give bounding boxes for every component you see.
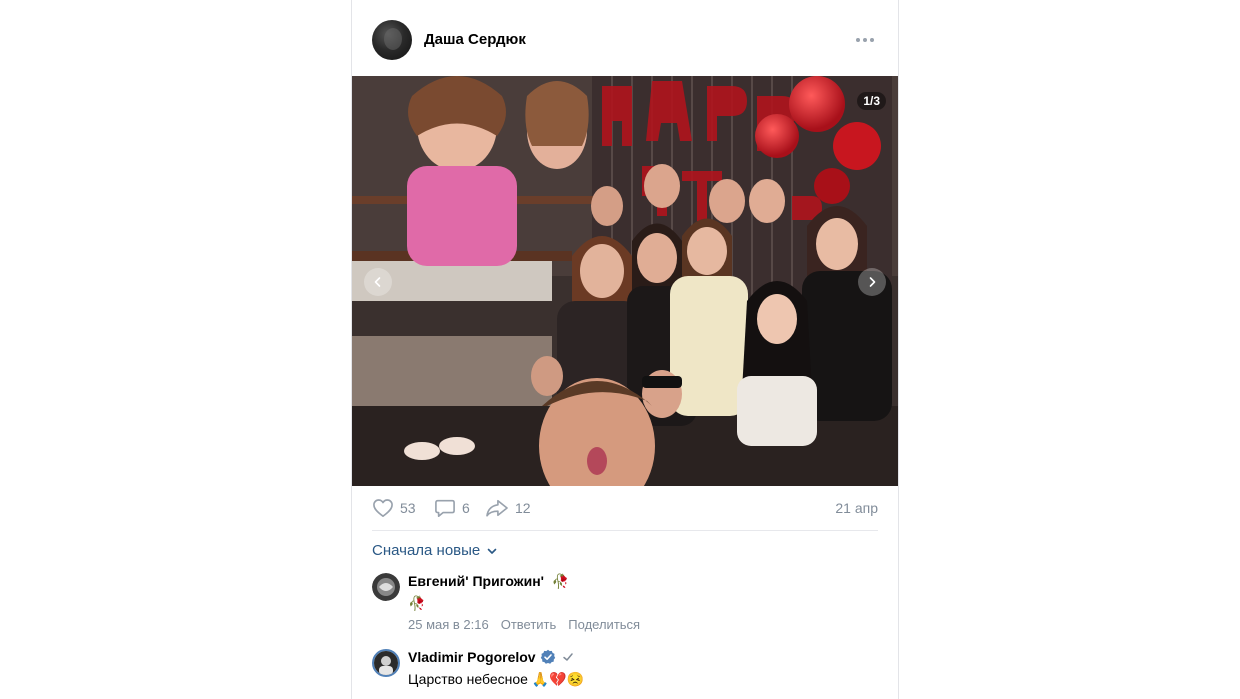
chevron-left-icon: [374, 277, 381, 287]
next-photo-button[interactable]: [858, 268, 886, 296]
comment-meta: 25 мая в 2:16 Ответить Поделиться: [408, 617, 640, 632]
commenter-avatar[interactable]: [372, 573, 400, 601]
comment-button[interactable]: 6: [434, 496, 470, 520]
comment-item: Vladimir Pogorelov Царство небесное 🙏💔😣: [372, 649, 878, 697]
post-date[interactable]: 21 апр: [835, 500, 878, 516]
commenter-avatar[interactable]: [372, 649, 400, 677]
verified-badge-icon: [540, 649, 555, 664]
commenter-name[interactable]: Vladimir Pogorelov: [408, 649, 574, 665]
comment-text: Царство небесное 🙏💔😣: [408, 671, 585, 687]
post-photo[interactable]: 1/3: [352, 76, 898, 486]
commenter-name-text: Vladimir Pogorelov: [408, 649, 536, 665]
commenter-name[interactable]: Евгений' Пригожин' 🥀: [408, 573, 569, 590]
comments-sort-label: Сначала новые: [372, 542, 481, 559]
divider: [372, 530, 878, 531]
previous-photo-button[interactable]: [364, 268, 392, 296]
share-comment-button[interactable]: Поделиться: [568, 617, 640, 632]
share-button[interactable]: 12: [485, 496, 531, 520]
likes-count: 53: [400, 500, 416, 516]
reply-button[interactable]: Ответить: [501, 617, 557, 632]
comment-time[interactable]: 25 мая в 2:16: [408, 617, 489, 632]
group-selfie-image: [352, 76, 898, 486]
author-name[interactable]: Даша Сердюк: [424, 31, 526, 48]
like-button[interactable]: 53: [372, 496, 416, 520]
post-card: Даша Сердюк 1/3 53 6 12 21 апр Сначала н…: [351, 0, 899, 699]
post-actions: 53 6 12 21 апр: [372, 496, 878, 520]
name-badge-emoji: 🥀: [551, 573, 570, 589]
more-options-icon[interactable]: [854, 32, 876, 48]
photo-counter: 1/3: [857, 92, 886, 110]
comment-item: Евгений' Пригожин' 🥀 🥀 25 мая в 2:16 Отве…: [372, 573, 878, 637]
check-icon: [562, 653, 573, 661]
commenter-name-text: Евгений' Пригожин': [408, 573, 545, 589]
shares-count: 12: [515, 500, 531, 516]
comments-count: 6: [462, 500, 470, 516]
comment-icon: [435, 499, 455, 517]
post-header: Даша Сердюк: [372, 20, 878, 60]
author-avatar[interactable]: [372, 20, 412, 60]
comment-text: 🥀: [408, 595, 426, 611]
comments-sort-dropdown[interactable]: Сначала новые: [372, 542, 498, 559]
chevron-right-icon: [869, 277, 876, 287]
heart-icon: [373, 499, 393, 517]
share-arrow-icon: [486, 499, 508, 517]
chevron-down-icon: [487, 548, 497, 554]
